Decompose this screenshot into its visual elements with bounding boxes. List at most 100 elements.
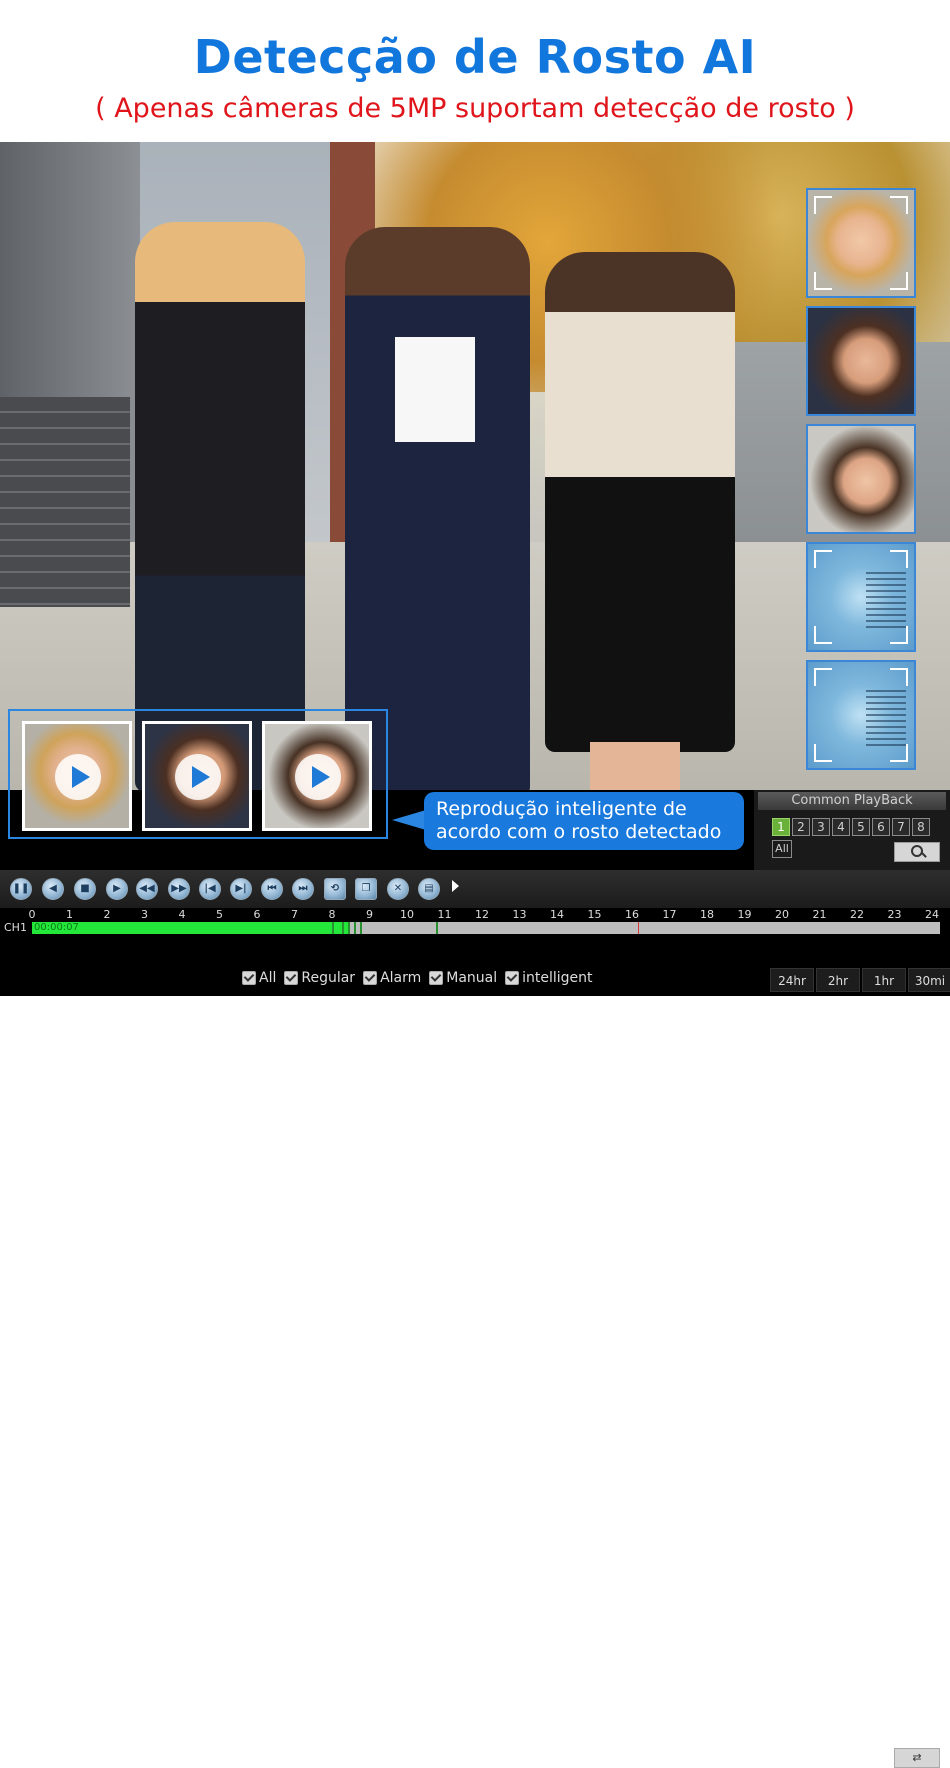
fast-forward-icon[interactable]: ▶▶	[168, 878, 190, 900]
copy-icon[interactable]: ❐	[355, 878, 377, 900]
pause-icon[interactable]: ❚❚	[10, 878, 32, 900]
checkbox[interactable]	[284, 971, 299, 985]
checkbox[interactable]	[429, 971, 444, 985]
hour-tick-label: 16	[625, 908, 639, 921]
face-thumbnail-3[interactable]	[262, 721, 372, 831]
play-icon[interactable]: ▶	[106, 878, 128, 900]
header: Detecção de Rosto AI ( Apenas câmeras de…	[0, 0, 950, 142]
hour-tick-label: 14	[550, 908, 564, 921]
hour-tick-label: 17	[662, 908, 677, 921]
person-right-legs	[590, 742, 680, 790]
hour-tick-label: 13	[512, 908, 527, 921]
play-icon[interactable]	[175, 754, 221, 800]
filter-label: intelligent	[522, 970, 593, 986]
event-mark	[342, 922, 344, 934]
face-scan-1	[806, 542, 916, 652]
face-scan-2	[806, 660, 916, 770]
skip-back-icon[interactable]: ⏮	[261, 878, 283, 900]
current-time: 00:00:07	[34, 922, 79, 933]
person-right	[545, 252, 735, 752]
channel-button[interactable]: 2	[792, 818, 810, 836]
hour-tick-label: 10	[400, 908, 414, 921]
hour-tick-label: 12	[475, 908, 489, 921]
event-mark	[332, 922, 334, 934]
detected-face-2[interactable]	[806, 306, 916, 416]
filter-manual[interactable]: Manual	[429, 970, 497, 986]
detected-face-1[interactable]	[806, 188, 916, 298]
save-icon[interactable]: ▤	[418, 878, 440, 900]
filter-regular[interactable]: Regular	[284, 970, 355, 986]
checkbox[interactable]	[363, 971, 378, 985]
zoom-30mi-button[interactable]: 30mi	[908, 968, 950, 992]
filter-label: Alarm	[380, 970, 422, 986]
loop-icon[interactable]: ⟲	[324, 878, 346, 900]
hour-tick-label: 7	[291, 908, 298, 921]
hour-tick-label: 8	[328, 908, 336, 921]
channel-button[interactable]: 7	[892, 818, 910, 836]
event-mark	[360, 922, 362, 934]
recorded-segment	[32, 922, 349, 934]
page-subtitle: ( Apenas câmeras de 5MP suportam detecçã…	[95, 93, 855, 124]
channel-button[interactable]: 5	[852, 818, 870, 836]
face-thumbnail-1[interactable]	[22, 721, 132, 831]
next-frame-icon[interactable]: ▶|	[230, 878, 252, 900]
channel-button[interactable]: 8	[912, 818, 930, 836]
skip-forward-icon[interactable]: ⏭	[292, 878, 314, 900]
checkbox[interactable]	[505, 971, 520, 985]
event-mark	[354, 922, 356, 934]
record-type-filters: All Regular Alarm Manual intelligent	[242, 970, 593, 986]
checkbox[interactable]	[242, 971, 256, 985]
person-left	[135, 222, 305, 790]
common-playback-panel: Common PlayBack 1 2 3 4 5 6 7 8 All	[754, 790, 950, 870]
hour-tick-label: 21	[812, 908, 827, 921]
timeline-track[interactable]: 00:00:07	[32, 922, 940, 934]
all-channels-button[interactable]: All	[772, 840, 792, 858]
face-playback-thumbnails	[8, 709, 388, 839]
search-icon[interactable]	[894, 842, 940, 862]
timeline: 0 1 2 3 4 5 6 7 8 9 10 11 12 13 14 15 16 17 18 19 20 21 22 23 24…	[0, 908, 950, 968]
person-center	[345, 227, 530, 790]
play-icon[interactable]	[295, 754, 341, 800]
event-mark	[348, 922, 350, 934]
cut-icon[interactable]: ✕	[387, 878, 409, 900]
brick-planter	[0, 397, 130, 607]
channel-button[interactable]: 6	[872, 818, 890, 836]
swap-icon[interactable]: ⇄	[894, 1748, 940, 1768]
hour-tick-label: 24	[925, 908, 939, 921]
playback-toolbar: ❚❚ ◀ ■ ▶ ◀◀ ▶▶ |◀ ▶| ⏮ ⏭ ⟲ ❐ ✕ ▤ ⇄	[0, 870, 950, 1768]
zoom-2hr-button[interactable]: 2hr	[816, 968, 860, 992]
channel-button[interactable]: 4	[832, 818, 850, 836]
zoom-24hr-button[interactable]: 24hr	[770, 968, 814, 992]
channel-label: CH1	[4, 921, 27, 934]
hour-tick-label: 19	[737, 908, 752, 921]
channel-button[interactable]: 3	[812, 818, 830, 836]
hour-tick-label: 11	[437, 908, 452, 921]
filter-alarm[interactable]: Alarm	[363, 970, 421, 986]
filter-all[interactable]: All	[242, 970, 276, 986]
callout-bubble: Reprodução inteligente de acordo com o r…	[424, 792, 744, 850]
detected-face-3[interactable]	[806, 424, 916, 534]
prev-frame-icon[interactable]: |◀	[199, 878, 221, 900]
common-playback-title: Common PlayBack	[758, 792, 946, 810]
channel-selector: 1 2 3 4 5 6 7 8	[772, 818, 930, 836]
filter-label: Regular	[301, 970, 356, 986]
filter-label: All	[259, 970, 277, 986]
timeline-zoom-controls: 24hr 2hr 1hr 30mi	[768, 968, 950, 992]
face-thumbnail-2[interactable]	[142, 721, 252, 831]
stop-icon[interactable]: ■	[74, 878, 96, 900]
hour-tick-label: 9	[366, 908, 373, 921]
callout-line-2: acordo com o rosto detectado	[436, 821, 722, 843]
callout-line-1: Reprodução inteligente de	[436, 798, 687, 820]
filter-intelligent[interactable]: intelligent	[505, 970, 593, 986]
hour-tick-label: 15	[587, 908, 602, 921]
alarm-mark	[638, 922, 639, 934]
hour-tick-label: 23	[887, 908, 902, 921]
play-icon[interactable]	[55, 754, 101, 800]
channel-button[interactable]: 1	[772, 818, 790, 836]
zoom-1hr-button[interactable]: 1hr	[862, 968, 906, 992]
mouse-cursor-icon	[452, 880, 459, 892]
hour-tick-label: 0	[28, 908, 36, 921]
fast-rewind-icon[interactable]: ◀◀	[136, 878, 158, 900]
hour-tick-label: 3	[141, 908, 148, 921]
rewind-icon[interactable]: ◀	[42, 878, 64, 900]
